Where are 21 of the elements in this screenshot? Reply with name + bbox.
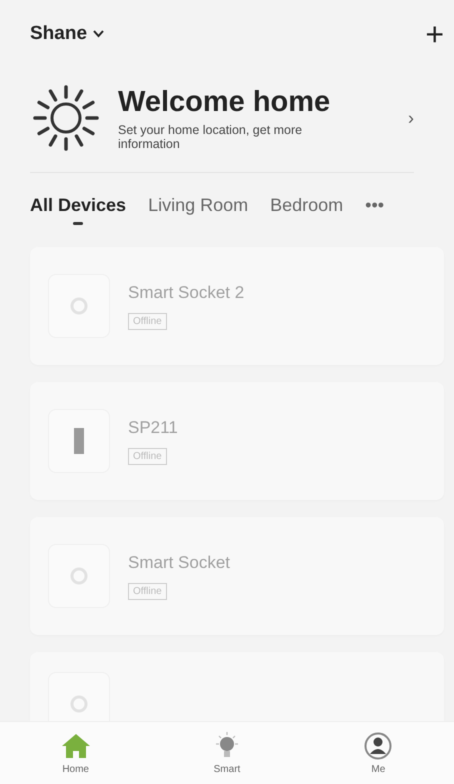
welcome-subtitle: Set your home location, get more information bbox=[118, 122, 304, 150]
room-tab[interactable]: Living Room bbox=[148, 195, 248, 225]
status-tag: Offline bbox=[128, 448, 167, 464]
room-tab[interactable]: All Devices bbox=[30, 195, 126, 225]
device-name: SP211 bbox=[128, 418, 178, 438]
nav-tab[interactable]: Smart bbox=[186, 732, 267, 774]
status-tag: Offline bbox=[128, 582, 167, 600]
house-icon bbox=[60, 732, 91, 760]
room-tab[interactable]: ••• bbox=[365, 195, 384, 225]
home-selector[interactable]: Shane bbox=[30, 23, 104, 45]
nav-tab[interactable]: Me bbox=[338, 732, 418, 774]
device-name: Smart Socket 2 bbox=[128, 282, 244, 302]
room-tab[interactable]: Bedroom bbox=[270, 195, 344, 225]
welcome-title: Welcome home bbox=[118, 86, 332, 118]
nav-tab[interactable]: Home bbox=[36, 732, 116, 774]
caret-icon bbox=[93, 30, 104, 38]
device-name: Smart Socket bbox=[128, 552, 230, 572]
status-tag: Offline bbox=[128, 312, 167, 330]
add-icon[interactable]: + bbox=[425, 18, 444, 50]
chevron-icon[interactable]: › bbox=[408, 108, 414, 128]
person-icon bbox=[363, 732, 394, 760]
